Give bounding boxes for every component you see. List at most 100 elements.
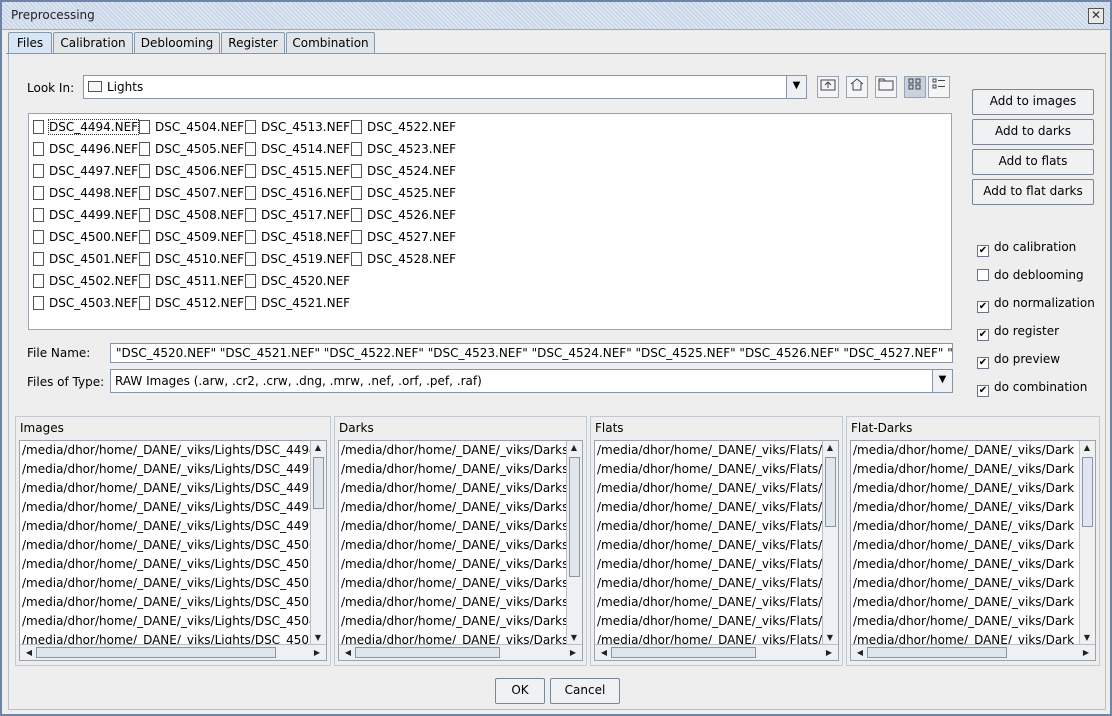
file-name-field[interactable]: "DSC_4520.NEF" "DSC_4521.NEF" "DSC_4522.…: [110, 343, 953, 363]
list-item[interactable]: /media/dhor/home/_DANE/_viks/Flats/DS: [595, 536, 838, 555]
file-item[interactable]: DSC_4515.NEF: [243, 160, 350, 182]
scroll-thumb[interactable]: [611, 647, 756, 658]
file-item[interactable]: DSC_4507.NEF: [137, 182, 244, 204]
do-calibration-checkbox[interactable]: ✔ do calibration: [977, 240, 1076, 257]
do-preview-checkbox[interactable]: ✔ do preview: [977, 352, 1060, 369]
scroll-thumb[interactable]: [313, 457, 324, 509]
list-item[interactable]: /media/dhor/home/_DANE/_viks/Darks/D: [339, 612, 582, 631]
checkbox-box[interactable]: ✔: [977, 385, 989, 397]
new-folder-button[interactable]: [875, 76, 897, 98]
horizontal-scrollbar[interactable]: ◀ ▶: [595, 644, 838, 660]
checkbox-box[interactable]: ✔: [977, 357, 989, 369]
do-combination-checkbox[interactable]: ✔ do combination: [977, 380, 1087, 397]
list-item[interactable]: /media/dhor/home/_DANE/_viks/Dark Flat: [851, 555, 1095, 574]
file-item[interactable]: DSC_4522.NEF: [349, 116, 456, 138]
file-item[interactable]: DSC_4503.NEF: [31, 292, 138, 314]
do-deblooming-checkbox[interactable]: do deblooming: [977, 268, 1084, 282]
file-item[interactable]: DSC_4500.NEF: [31, 226, 138, 248]
home-button[interactable]: [846, 76, 868, 98]
list-item[interactable]: /media/dhor/home/_DANE/_viks/Darks/D: [339, 441, 582, 460]
scroll-thumb[interactable]: [867, 647, 1007, 658]
file-item[interactable]: DSC_4516.NEF: [243, 182, 350, 204]
scroll-thumb[interactable]: [355, 647, 500, 658]
file-item[interactable]: DSC_4523.NEF: [349, 138, 456, 160]
file-type-dropdown-arrow[interactable]: ▼: [932, 370, 952, 392]
checkbox-box[interactable]: ✔: [977, 301, 989, 313]
list-item[interactable]: /media/dhor/home/_DANE/_viks/Dark Flat: [851, 574, 1095, 593]
list-item[interactable]: /media/dhor/home/_DANE/_viks/Dark Flat: [851, 536, 1095, 555]
tab-calibration[interactable]: Calibration: [53, 32, 133, 54]
file-item[interactable]: DSC_4506.NEF: [137, 160, 244, 182]
tab-combination[interactable]: Combination: [286, 32, 375, 54]
file-item[interactable]: DSC_4494.NEF: [31, 116, 140, 138]
list-item[interactable]: /media/dhor/home/_DANE/_viks/Flats/DS: [595, 517, 838, 536]
list-item[interactable]: /media/dhor/home/_DANE/_viks/Lights/DSC_…: [20, 555, 326, 574]
scroll-thumb[interactable]: [36, 647, 276, 658]
file-item[interactable]: DSC_4498.NEF: [31, 182, 138, 204]
list-item[interactable]: /media/dhor/home/_DANE/_viks/Darks/D: [339, 536, 582, 555]
list-item[interactable]: /media/dhor/home/_DANE/_viks/Flats/DS: [595, 441, 838, 460]
list-item[interactable]: /media/dhor/home/_DANE/_viks/Flats/DS: [595, 498, 838, 517]
look-in-dropdown-arrow[interactable]: ▼: [786, 76, 806, 98]
file-item[interactable]: DSC_4513.NEF: [243, 116, 350, 138]
file-item[interactable]: DSC_4510.NEF: [137, 248, 244, 270]
list-item[interactable]: /media/dhor/home/_DANE/_viks/Lights/DSC_…: [20, 536, 326, 555]
look-in-combo[interactable]: Lights ▼: [83, 75, 807, 99]
list-item[interactable]: /media/dhor/home/_DANE/_viks/Darks/D: [339, 555, 582, 574]
file-list[interactable]: DSC_4494.NEF DSC_4496.NEF DSC_4497.NEF D…: [28, 113, 952, 330]
list-item[interactable]: /media/dhor/home/_DANE/_viks/Lights/DSC_…: [20, 517, 326, 536]
scroll-right-arrow[interactable]: ▶: [310, 648, 324, 657]
scroll-thumb[interactable]: [825, 457, 836, 527]
file-item[interactable]: DSC_4508.NEF: [137, 204, 244, 226]
list-item[interactable]: /media/dhor/home/_DANE/_viks/Darks/D: [339, 479, 582, 498]
close-button[interactable]: ✕: [1088, 8, 1104, 24]
file-item[interactable]: DSC_4519.NEF: [243, 248, 350, 270]
darks-list[interactable]: /media/dhor/home/_DANE/_viks/Darks/D /me…: [338, 440, 583, 661]
scroll-down-arrow[interactable]: ▼: [567, 633, 581, 642]
cancel-button[interactable]: Cancel: [550, 678, 620, 704]
list-item[interactable]: /media/dhor/home/_DANE/_viks/Lights/DSC_…: [20, 479, 326, 498]
file-item[interactable]: DSC_4527.NEF: [349, 226, 456, 248]
list-item[interactable]: /media/dhor/home/_DANE/_viks/Darks/D: [339, 460, 582, 479]
file-item[interactable]: DSC_4501.NEF: [31, 248, 138, 270]
file-item[interactable]: DSC_4509.NEF: [137, 226, 244, 248]
scroll-up-arrow[interactable]: ▲: [567, 443, 581, 452]
list-item[interactable]: /media/dhor/home/_DANE/_viks/Lights/DSC_…: [20, 612, 326, 631]
file-item[interactable]: DSC_4502.NEF: [31, 270, 138, 292]
title-bar[interactable]: Preprocessing ✕: [2, 2, 1110, 30]
vertical-scrollbar[interactable]: ▲ ▼: [1079, 441, 1095, 644]
list-view-button[interactable]: [904, 76, 926, 98]
add-to-images-button[interactable]: Add to images: [972, 89, 1094, 115]
scroll-thumb[interactable]: [1082, 457, 1093, 527]
horizontal-scrollbar[interactable]: ◀ ▶: [339, 644, 582, 660]
list-item[interactable]: /media/dhor/home/_DANE/_viks/Flats/DS: [595, 574, 838, 593]
file-item[interactable]: DSC_4499.NEF: [31, 204, 138, 226]
list-item[interactable]: /media/dhor/home/_DANE/_viks/Lights/DSC_…: [20, 498, 326, 517]
scroll-up-arrow[interactable]: ▲: [311, 443, 325, 452]
flat-darks-list[interactable]: /media/dhor/home/_DANE/_viks/Dark Flat /…: [850, 440, 1096, 661]
file-item[interactable]: DSC_4505.NEF: [137, 138, 244, 160]
list-item[interactable]: /media/dhor/home/_DANE/_viks/Flats/DS: [595, 479, 838, 498]
list-item[interactable]: /media/dhor/home/_DANE/_viks/Lights/DSC_…: [20, 441, 326, 460]
file-item[interactable]: DSC_4511.NEF: [137, 270, 244, 292]
list-item[interactable]: /media/dhor/home/_DANE/_viks/Flats/DS: [595, 555, 838, 574]
scroll-left-arrow[interactable]: ◀: [341, 648, 355, 657]
list-item[interactable]: /media/dhor/home/_DANE/_viks/Dark Flat: [851, 593, 1095, 612]
vertical-scrollbar[interactable]: ▲ ▼: [310, 441, 326, 644]
file-item[interactable]: DSC_4520.NEF: [243, 270, 350, 292]
list-item[interactable]: /media/dhor/home/_DANE/_viks/Lights/DSC_…: [20, 460, 326, 479]
scroll-right-arrow[interactable]: ▶: [1079, 648, 1093, 657]
list-item[interactable]: /media/dhor/home/_DANE/_viks/Flats/DS: [595, 460, 838, 479]
scroll-right-arrow[interactable]: ▶: [822, 648, 836, 657]
list-item[interactable]: /media/dhor/home/_DANE/_viks/Dark Flat: [851, 479, 1095, 498]
scroll-left-arrow[interactable]: ◀: [597, 648, 611, 657]
flats-list[interactable]: /media/dhor/home/_DANE/_viks/Flats/DS /m…: [594, 440, 839, 661]
do-register-checkbox[interactable]: ✔ do register: [977, 324, 1059, 341]
scroll-down-arrow[interactable]: ▼: [823, 633, 837, 642]
images-list[interactable]: /media/dhor/home/_DANE/_viks/Lights/DSC_…: [19, 440, 327, 661]
list-item[interactable]: /media/dhor/home/_DANE/_viks/Dark Flat: [851, 441, 1095, 460]
file-item[interactable]: DSC_4524.NEF: [349, 160, 456, 182]
file-item[interactable]: DSC_4528.NEF: [349, 248, 456, 270]
tab-deblooming[interactable]: Deblooming: [134, 32, 220, 54]
add-to-flat-darks-button[interactable]: Add to flat darks: [972, 179, 1094, 205]
